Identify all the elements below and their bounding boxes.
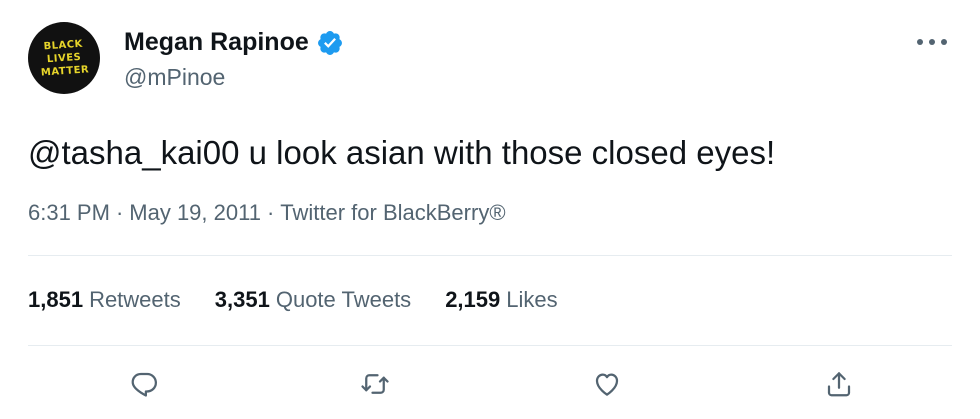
more-options-button[interactable] (910, 30, 954, 54)
tweet-meta: 6:31 PM · May 19, 2011 · Twitter for BlackBe… (28, 200, 506, 226)
heart-icon (595, 373, 619, 396)
tweet-date[interactable]: May 19, 2011 (129, 200, 261, 225)
meta-separator: · (115, 200, 124, 225)
display-name[interactable]: Megan Rapinoe (124, 28, 309, 57)
retweet-button[interactable] (353, 362, 397, 406)
retweet-icon (361, 374, 389, 394)
verified-badge-icon (317, 30, 342, 55)
share-button[interactable] (817, 362, 861, 406)
engagement-stats: 1,851 Retweets 3,351 Quote Tweets 2,159 Lik… (28, 287, 592, 313)
divider (28, 255, 952, 256)
avatar-logo-text: BLACK LIVES MATTER (40, 38, 90, 79)
reply-icon (131, 372, 157, 397)
quote-tweets-stat[interactable]: 3,351 Quote Tweets (215, 287, 411, 313)
divider (28, 345, 952, 346)
tweet-time[interactable]: 6:31 PM (28, 200, 110, 225)
likes-stat[interactable]: 2,159 Likes (445, 287, 557, 313)
author-handle[interactable]: @mPinoe (124, 64, 225, 91)
author-name-row: Megan Rapinoe (124, 28, 344, 57)
tweet-source[interactable]: Twitter for BlackBerry® (280, 200, 505, 225)
reply-button[interactable] (122, 362, 166, 406)
meta-separator: · (266, 200, 275, 225)
avatar[interactable]: BLACK LIVES MATTER (28, 22, 100, 94)
like-button[interactable] (585, 362, 629, 406)
retweets-stat[interactable]: 1,851 Retweets (28, 287, 181, 313)
share-icon (827, 372, 851, 397)
tweet-text: @tasha_kai00 u look asian with those clo… (28, 134, 776, 171)
tweet-card: BLACK LIVES MATTER Megan Rapinoe @mPinoe… (0, 0, 980, 419)
more-horizontal-icon (917, 39, 947, 45)
action-bar (0, 362, 980, 406)
